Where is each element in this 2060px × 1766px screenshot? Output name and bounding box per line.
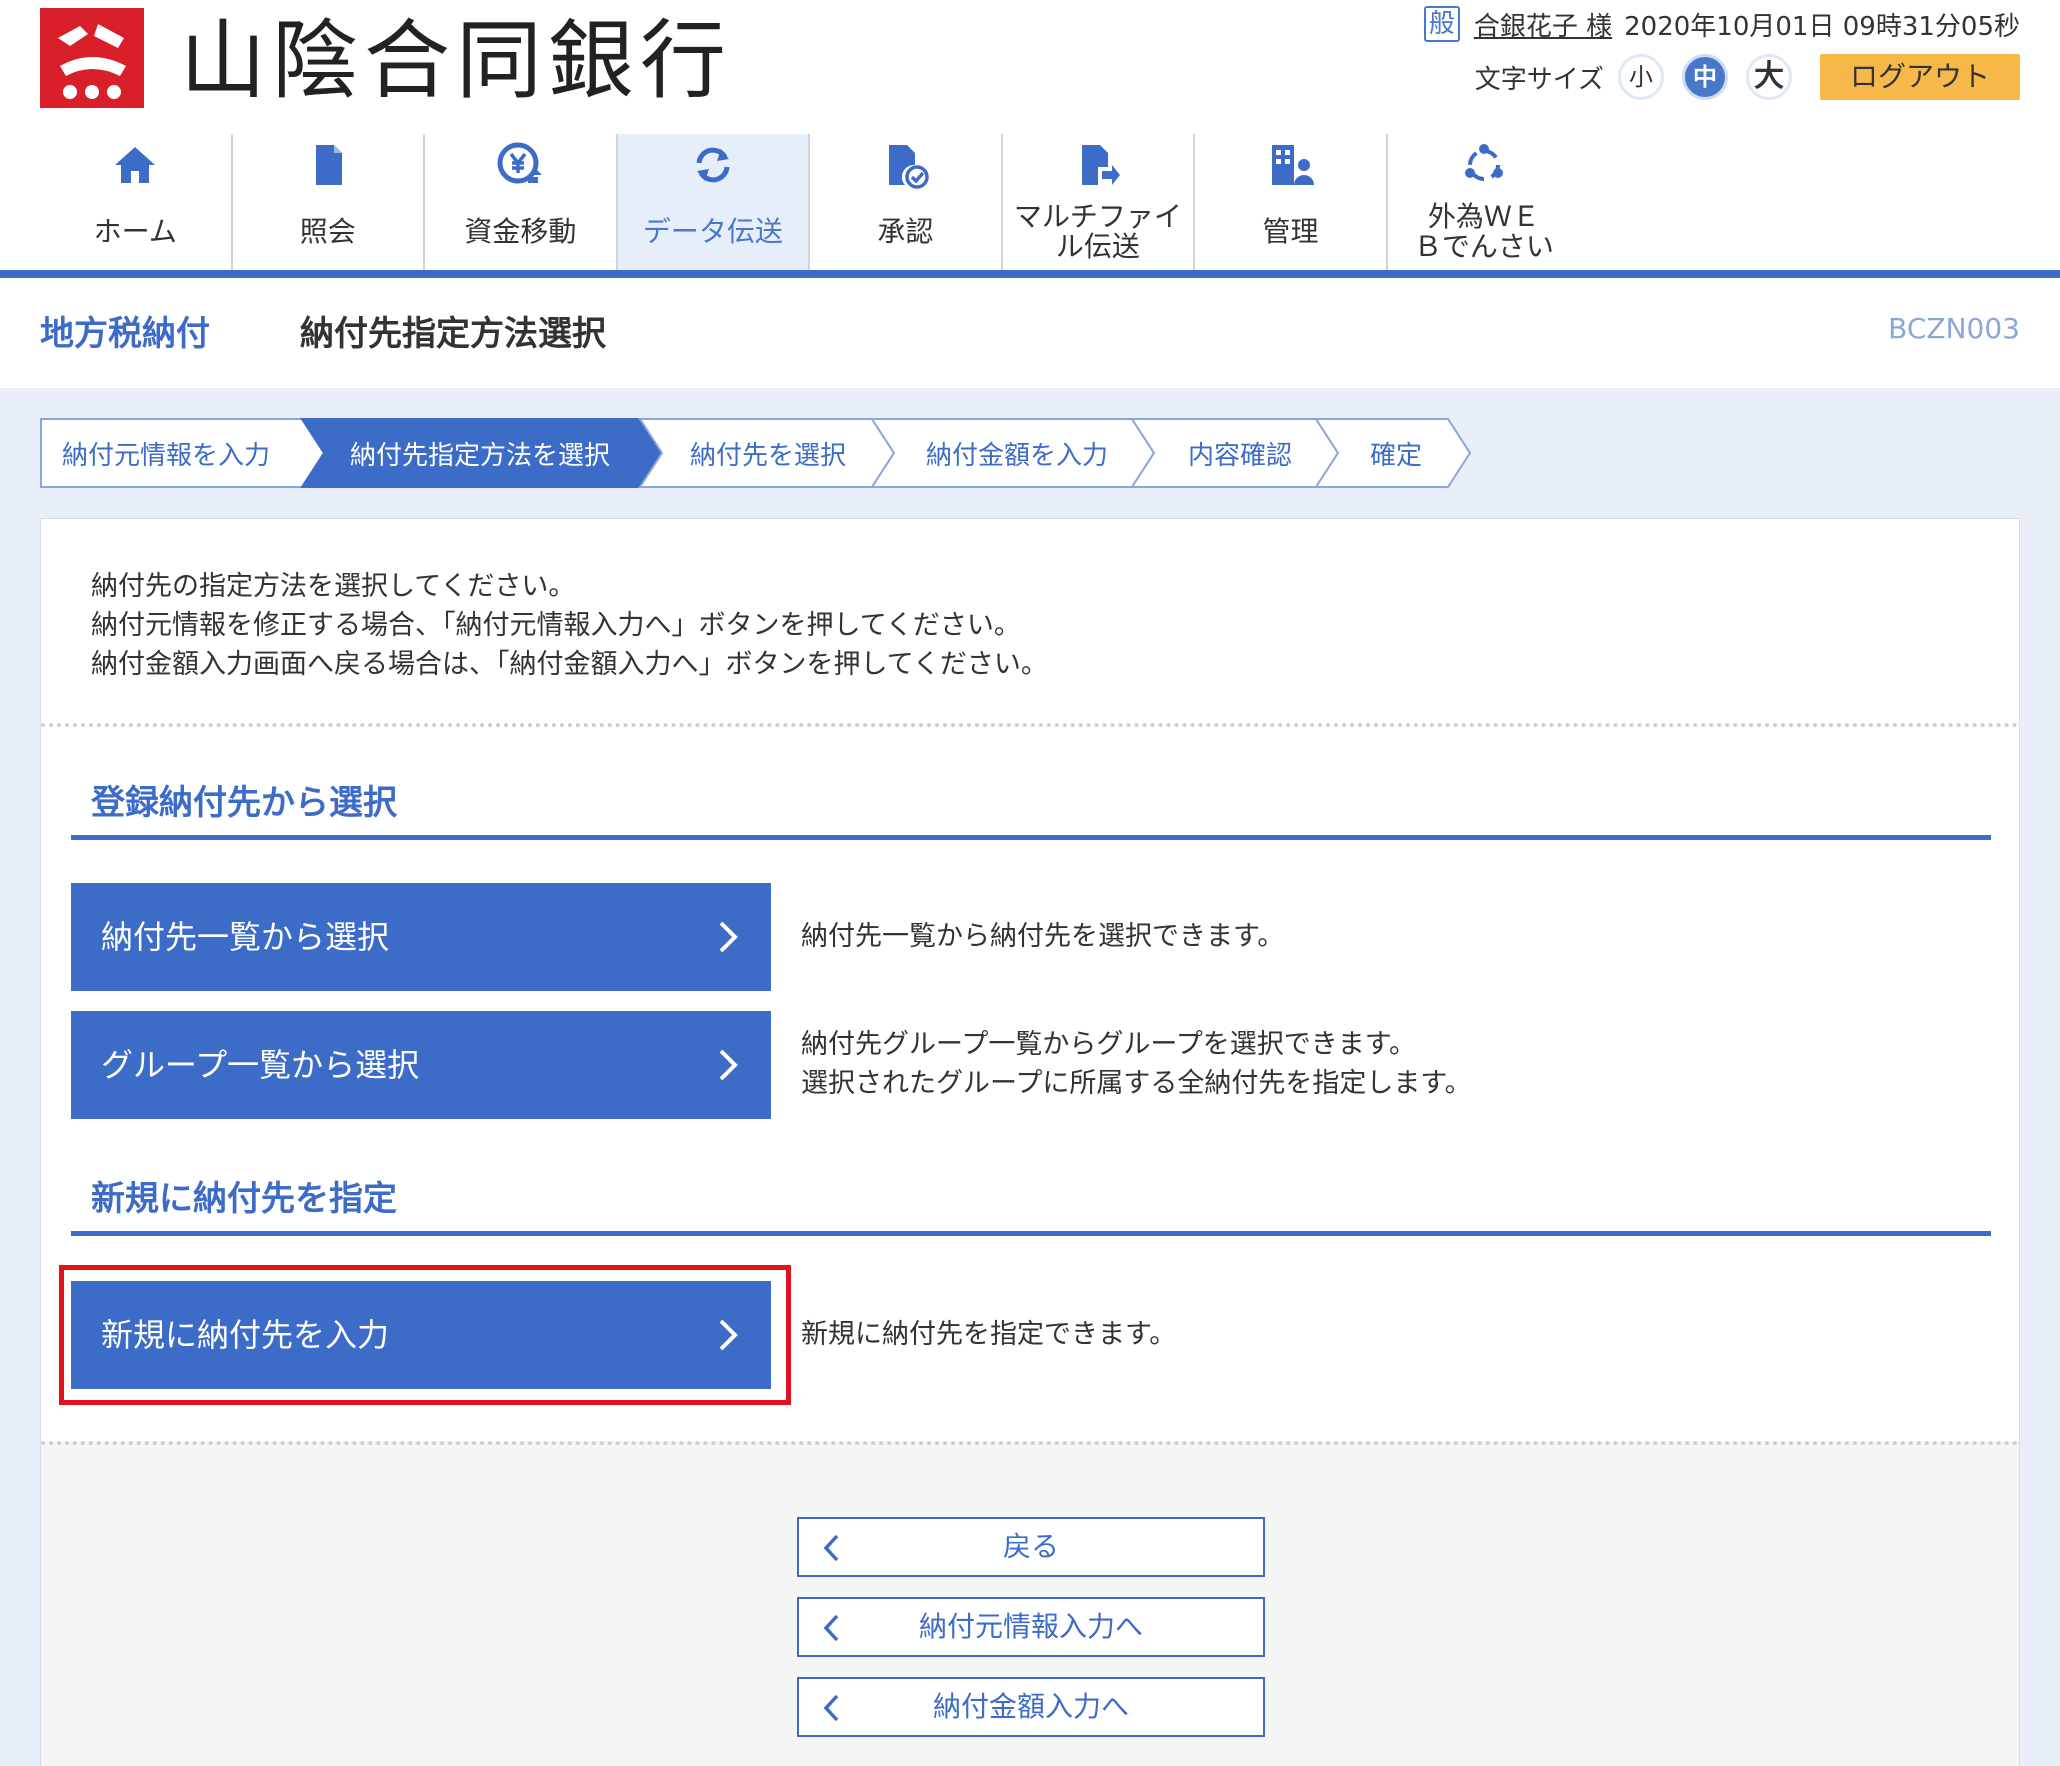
group-list-description: 納付先グループ一覧からグループを選択できます。 選択されたグループに所属する全納… [801, 1025, 1472, 1103]
step-2-current: 納付先指定方法を選択 [300, 418, 664, 488]
bank-logo-icon [40, 8, 144, 108]
button-label: 戻る [1002, 1530, 1059, 1563]
step-4: 納付金額を入力 [870, 418, 1156, 488]
chevron-left-icon [823, 1534, 839, 1562]
to-amount-input-button[interactable]: 納付金額入力へ [797, 1677, 1265, 1737]
divider [41, 1441, 2019, 1445]
nav-divider [0, 270, 2060, 278]
network-icon [1388, 138, 1580, 192]
svg-text:納付先指定方法を選択: 納付先指定方法を選択 [350, 441, 610, 471]
nav-item-admin[interactable]: 管理 [1195, 134, 1388, 270]
chevron-left-icon [823, 1694, 839, 1722]
svg-text:納付元情報を入力: 納付元情報を入力 [62, 441, 270, 471]
logout-button[interactable]: ログアウト [1820, 54, 2020, 100]
divider [41, 723, 2019, 727]
admin-icon [1195, 138, 1386, 192]
section-heading-registered: 登録納付先から選択 [91, 783, 397, 823]
nav-item-home[interactable]: ホーム [40, 134, 233, 270]
nav-label: データ伝送 [642, 215, 783, 248]
button-label: 納付先一覧から選択 [101, 918, 390, 956]
instruction-line: 納付先の指定方法を選択してください。 [91, 571, 576, 602]
font-size-medium-button[interactable]: 中 [1682, 54, 1728, 100]
chevron-right-icon [719, 1319, 738, 1351]
bank-name: 山陰合同銀行 [180, 11, 732, 111]
user-name-link[interactable]: 合銀花子 様 [1474, 6, 1612, 43]
instructions: 納付先の指定方法を選択してください。 納付元情報を修正する場合、「納付元情報入力… [91, 567, 1048, 684]
back-button[interactable]: 戻る [797, 1517, 1265, 1577]
font-size-large-button[interactable]: 大 [1746, 54, 1792, 100]
svg-text:確定: 確定 [1370, 441, 1422, 471]
nav-label: 資金移動 [464, 215, 577, 248]
enter-new-payee-button[interactable]: 新規に納付先を入力 [71, 1281, 771, 1389]
step-5: 内容確認 [1130, 418, 1340, 488]
nav-item-data-transfer[interactable]: データ伝送 [617, 134, 811, 270]
step-6: 確定 [1314, 418, 1472, 488]
main-card: 納付先の指定方法を選択してください。 納付元情報を修正する場合、「納付元情報入力… [40, 518, 2020, 1766]
nav-label-line: ル伝送 [1055, 230, 1140, 263]
font-size-controls: 文字サイズ 小 中 大 ログアウト [1475, 52, 2020, 102]
header: 山陰合同銀行 般 合銀花子 様 2020年10月01日 09時31分05秒 文字… [0, 0, 2060, 130]
nav-item-fund-transfer[interactable]: 資金移動 [425, 134, 618, 270]
section-rule [71, 835, 1991, 840]
chevron-right-icon [719, 921, 738, 953]
section-rule [71, 1231, 1991, 1236]
chevron-left-icon [823, 1614, 839, 1642]
instruction-line: 納付金額入力画面へ戻る場合は、「納付金額入力へ」ボタンを押してください。 [91, 649, 1048, 680]
nav-label: 管理 [1262, 215, 1319, 248]
step-1: 納付元情報を入力 [40, 418, 326, 488]
select-from-payee-list-button[interactable]: 納付先一覧から選択 [71, 883, 771, 991]
file-send-icon [1003, 138, 1194, 192]
svg-text:納付先を選択: 納付先を選択 [690, 441, 846, 471]
nav-item-inquiry[interactable]: 照会 [232, 134, 426, 270]
nav-label: ホーム [93, 215, 177, 248]
step-indicator: 納付元情報を入力 納付先指定方法を選択 納付先を選択 納付金額を入力 内容確認 … [40, 418, 1480, 488]
nav-label: 照会 [299, 215, 356, 248]
font-size-small-button[interactable]: 小 [1618, 54, 1664, 100]
home-icon [40, 138, 231, 192]
yen-transfer-icon [425, 138, 616, 192]
payee-list-description: 納付先一覧から納付先を選択できます。 [801, 921, 1285, 952]
step-3: 納付先を選択 [638, 418, 896, 488]
user-type-badge: 般 [1423, 6, 1460, 42]
page-title: 納付先指定方法選択 [300, 314, 606, 354]
user-info: 般 合銀花子 様 2020年10月01日 09時31分05秒 [1423, 6, 2020, 43]
footer-actions-area: 戻る 納付元情報入力へ 納付金額入力へ [41, 1441, 2019, 1766]
button-label: グループ一覧から選択 [101, 1046, 420, 1084]
login-datetime: 2020年10月01日 09時31分05秒 [1624, 11, 2020, 42]
to-source-info-button[interactable]: 納付元情報入力へ [797, 1597, 1265, 1657]
nav-label-line: マルチファイ [1013, 200, 1182, 233]
approve-icon [810, 138, 1001, 192]
main-nav: ホーム 照会 資金移動 データ伝送 承認 マルチファイ ル伝送 管理 外為ＷＥ … [40, 134, 1580, 270]
description-line: 納付先グループ一覧からグループを選択できます。 [801, 1029, 1417, 1060]
svg-text:内容確認: 内容確認 [1188, 441, 1292, 471]
refresh-icon [618, 138, 809, 192]
page-title-bar: 地方税納付 納付先指定方法選択 BCZN003 [0, 278, 2060, 388]
button-label: 納付金額入力へ [932, 1690, 1129, 1723]
nav-item-approval[interactable]: 承認 [810, 134, 1003, 270]
svg-text:納付金額を入力: 納付金額を入力 [926, 441, 1108, 471]
nav-label-line: Ｂでんさい [1413, 230, 1554, 263]
page-category: 地方税納付 [40, 314, 210, 354]
nav-label-line: 外為ＷＥ [1427, 200, 1540, 233]
instruction-line: 納付元情報を修正する場合、「納付元情報入力へ」ボタンを押してください。 [91, 610, 1021, 641]
nav-label: 外為ＷＥ Ｂでんさい [1388, 200, 1580, 264]
chevron-right-icon [719, 1049, 738, 1081]
font-size-label: 文字サイズ [1474, 64, 1604, 95]
button-label: 新規に納付先を入力 [101, 1316, 390, 1354]
nav-label: 承認 [877, 215, 934, 248]
document-icon [233, 138, 424, 192]
section-heading-new: 新規に納付先を指定 [91, 1179, 397, 1219]
description-line: 選択されたグループに所属する全納付先を指定します。 [801, 1068, 1472, 1099]
button-label: 納付元情報入力へ [918, 1610, 1143, 1643]
nav-item-forex-densai[interactable]: 外為ＷＥ Ｂでんさい [1387, 134, 1580, 270]
nav-item-multi-file-transfer[interactable]: マルチファイ ル伝送 [1002, 134, 1196, 270]
select-from-group-list-button[interactable]: グループ一覧から選択 [71, 1011, 771, 1119]
nav-label: マルチファイ ル伝送 [1003, 200, 1194, 264]
new-payee-description: 新規に納付先を指定できます。 [801, 1319, 1177, 1350]
screen-code: BCZN003 [1888, 312, 2020, 345]
